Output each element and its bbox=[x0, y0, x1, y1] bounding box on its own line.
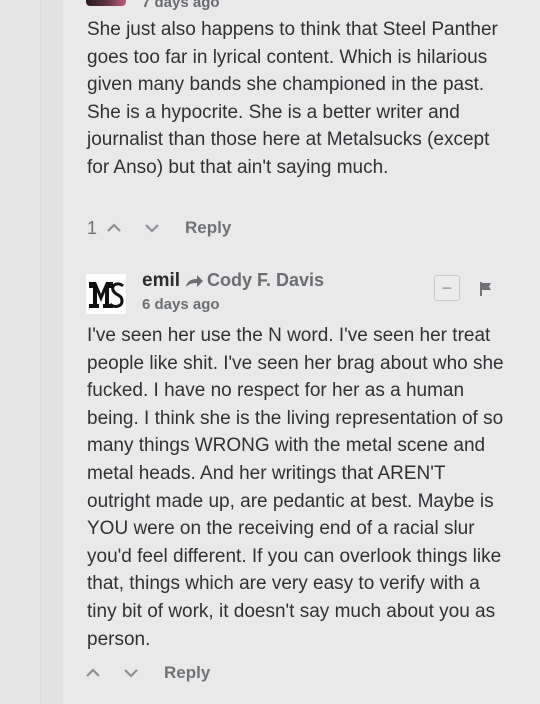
comment-timestamp[interactable]: 7 days ago bbox=[142, 0, 220, 11]
flag-icon[interactable] bbox=[478, 280, 494, 298]
chevron-up-icon[interactable] bbox=[101, 218, 127, 238]
chevron-up-icon[interactable] bbox=[80, 663, 106, 683]
chevron-down-icon[interactable] bbox=[118, 663, 144, 683]
collapse-button[interactable]: − bbox=[434, 275, 460, 301]
ms-logo-avatar-icon bbox=[89, 282, 125, 308]
comment-author[interactable]: emil bbox=[142, 270, 180, 292]
comment-body: I've seen her use the N word. I've seen … bbox=[87, 325, 509, 650]
avatar[interactable] bbox=[86, 0, 126, 6]
comment-timestamp[interactable]: 6 days ago bbox=[142, 296, 220, 313]
reply-to-name: Cody F. Davis bbox=[207, 270, 325, 290]
upvote-count: 1 bbox=[87, 217, 98, 238]
avatar[interactable] bbox=[86, 274, 126, 314]
comment-body: She just also happens to think that Stee… bbox=[87, 19, 504, 178]
thread-indent-line bbox=[40, 0, 63, 704]
reply-button[interactable]: Reply bbox=[185, 218, 231, 238]
vote-bar: Reply bbox=[80, 660, 210, 686]
chevron-down-icon[interactable] bbox=[139, 218, 165, 238]
thread-gutter bbox=[0, 0, 40, 704]
reply-button[interactable]: Reply bbox=[164, 663, 210, 683]
share-arrow-icon bbox=[186, 274, 203, 287]
reply-to-link[interactable]: Cody F. Davis bbox=[184, 270, 324, 291]
minus-icon: − bbox=[441, 278, 453, 298]
vote-bar: 1 Reply bbox=[87, 215, 231, 241]
